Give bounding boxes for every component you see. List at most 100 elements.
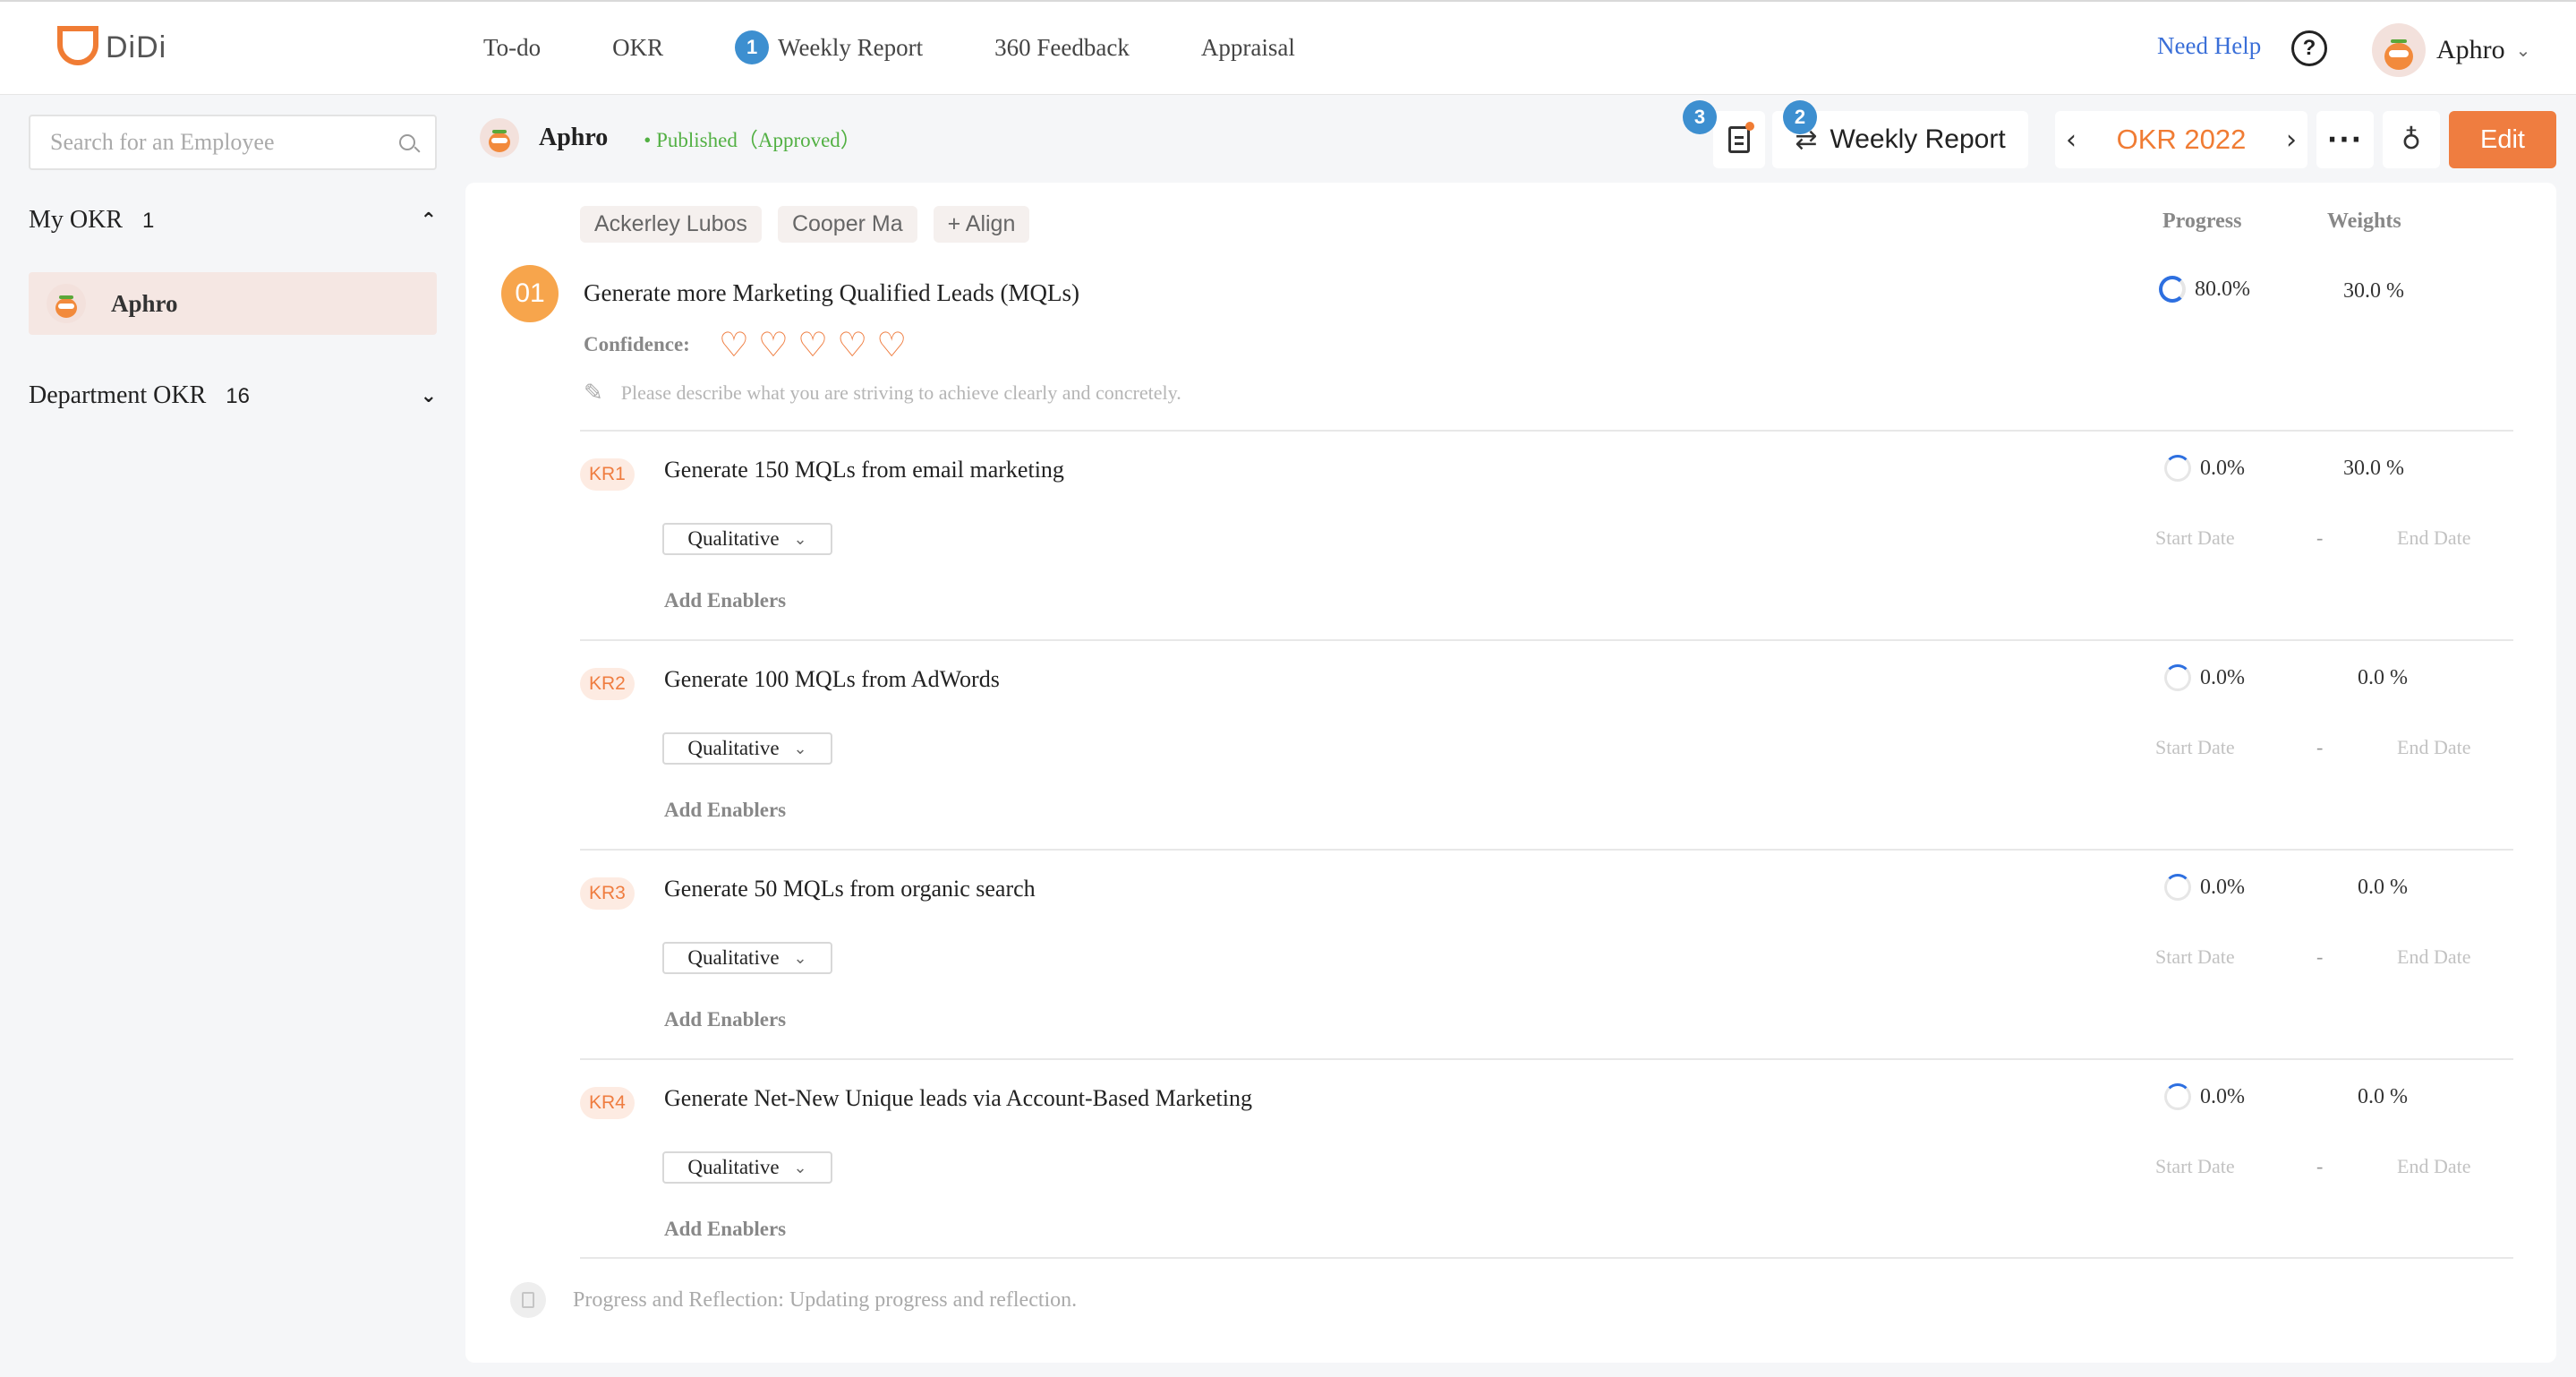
kr-type-select[interactable]: Qualitative ⌄ — [662, 942, 832, 974]
lightbulb-icon: ♁ — [2401, 124, 2421, 156]
progress-ring-icon — [2159, 276, 2186, 303]
search-input[interactable] — [50, 129, 372, 156]
add-enablers-button[interactable]: Add Enablers — [664, 1218, 786, 1241]
weights-column-header: Weights — [2327, 210, 2401, 233]
kr-weight: 0.0 % — [2358, 666, 2408, 689]
chevron-down-icon: ⌄ — [793, 948, 807, 968]
heart-icon[interactable]: ♡ — [719, 328, 749, 362]
kr-type-value: Qualitative — [687, 946, 780, 969]
okr-card: Ackerley Lubos Cooper Ma + Align Progres… — [465, 183, 2556, 1363]
kr-type-value: Qualitative — [687, 737, 780, 759]
nav-item-weekly-report[interactable]: 1 Weekly Report — [735, 30, 923, 64]
okr-period[interactable]: OKR 2022 — [2117, 124, 2247, 156]
kr-tag: KR2 — [580, 668, 635, 700]
kr-title[interactable]: Generate 100 MQLs from AdWords — [664, 666, 1000, 693]
department-okr-header[interactable]: Department OKR 16 ⌄ — [29, 381, 437, 410]
kr-weight: 0.0 % — [2358, 1085, 2408, 1108]
kr-type-select[interactable]: Qualitative ⌄ — [662, 1151, 832, 1184]
add-enablers-button[interactable]: Add Enablers — [664, 799, 786, 822]
heart-icon[interactable]: ♡ — [876, 328, 907, 362]
chevron-right-icon[interactable]: › — [2286, 124, 2297, 156]
department-okr-count: 16 — [226, 384, 250, 408]
more-button[interactable]: ··· — [2316, 111, 2374, 168]
heart-icon[interactable]: ♡ — [837, 328, 867, 362]
top-bar: DiDi To-do OKR 1 Weekly Report 360 Feedb… — [0, 0, 2576, 95]
need-help-link[interactable]: Need Help — [2157, 32, 2261, 60]
avatar — [47, 284, 86, 323]
confidence-row: Confidence: ♡ ♡ ♡ ♡ ♡ — [584, 328, 907, 362]
nav-label: Appraisal — [1200, 33, 1295, 61]
my-okr-header[interactable]: My OKR 1 ⌃ — [29, 206, 437, 235]
sidebar-item-aphro[interactable]: Aphro — [29, 272, 437, 335]
align-button[interactable]: + Align — [933, 206, 1030, 243]
chevron-down-icon: ⌄ — [2515, 39, 2531, 61]
didi-logo-icon — [57, 25, 98, 65]
nav-label: To-do — [483, 33, 542, 61]
progress-reflection[interactable]: Progress and Reflection: Updating progre… — [510, 1282, 1077, 1318]
kr-title[interactable]: Generate 50 MQLs from organic search — [664, 876, 1036, 902]
step-badge: 2 — [1783, 100, 1817, 134]
start-date-field[interactable]: Start Date — [2155, 945, 2316, 969]
objective-number: 01 — [501, 265, 559, 322]
progress-ring-icon — [2164, 664, 2191, 691]
kr-tag: KR1 — [580, 458, 635, 491]
kr-type-value: Qualitative — [687, 527, 780, 550]
start-date-field[interactable]: Start Date — [2155, 736, 2316, 759]
progress-ring-icon — [2164, 1083, 2191, 1110]
progress-ring-icon — [2164, 455, 2191, 482]
heart-icon[interactable]: ♡ — [798, 328, 828, 362]
avatar — [2372, 23, 2426, 77]
objective-description[interactable]: ✎ Please describe what you are striving … — [584, 380, 1181, 406]
aligned-person-chip[interactable]: Cooper Ma — [777, 206, 917, 243]
objective-progress: 80.0% — [2159, 276, 2250, 303]
help-icon[interactable]: ? — [2291, 30, 2327, 66]
app-name: DiDi — [106, 30, 167, 64]
kr-title[interactable]: Generate Net-New Unique leads via Accoun… — [664, 1085, 1252, 1112]
chevron-left-icon[interactable]: ‹ — [2066, 124, 2077, 156]
date-separator: - — [2316, 736, 2324, 758]
nav-item-360-feedback[interactable]: 360 Feedback — [994, 34, 1130, 62]
add-enablers-button[interactable]: Add Enablers — [664, 1008, 786, 1031]
objective-title[interactable]: Generate more Marketing Qualified Leads … — [584, 279, 1079, 307]
lightbulb-button[interactable]: ♁ — [2383, 111, 2440, 168]
step-badge: 3 — [1683, 100, 1717, 134]
nav-item-okr[interactable]: OKR — [612, 34, 663, 62]
nav-item-appraisal[interactable]: Appraisal — [1201, 34, 1295, 62]
start-date-field[interactable]: Start Date — [2155, 526, 2316, 550]
align-chips: Ackerley Lubos Cooper Ma + Align — [580, 206, 1030, 243]
chevron-down-icon: ⌄ — [793, 1158, 807, 1177]
nav-label: 360 Feedback — [994, 33, 1130, 61]
key-result: KR4 Generate Net-New Unique leads via Ac… — [580, 1060, 2531, 1270]
chevron-down-icon: ⌄ — [793, 529, 807, 549]
okr-owner: Aphro • Published（Approved） — [480, 118, 861, 158]
key-result: KR2 Generate 100 MQLs from AdWords 0.0% … — [580, 641, 2531, 851]
chevron-up-icon[interactable]: ⌃ — [421, 210, 437, 232]
document-icon — [1728, 122, 1754, 153]
progress-value: 0.0% — [2200, 665, 2245, 689]
search-icon[interactable] — [399, 134, 415, 150]
aligned-person-chip[interactable]: Ackerley Lubos — [580, 206, 762, 243]
kr-weight: 30.0 % — [2343, 457, 2404, 480]
kr-progress: 0.0% — [2164, 455, 2245, 482]
end-date-field[interactable]: End Date — [2397, 1155, 2470, 1178]
kr-title[interactable]: Generate 150 MQLs from email marketing — [664, 457, 1064, 483]
end-date-field[interactable]: End Date — [2397, 945, 2470, 969]
document-button[interactable] — [1713, 111, 1765, 168]
end-date-field[interactable]: End Date — [2397, 736, 2470, 759]
kr-date-range: Start Date - End Date — [2155, 945, 2470, 969]
progress-value: 0.0% — [2200, 456, 2245, 480]
edit-button[interactable]: Edit — [2449, 111, 2556, 168]
heart-icon[interactable]: ♡ — [758, 328, 789, 362]
end-date-field[interactable]: End Date — [2397, 526, 2470, 550]
chevron-down-icon[interactable]: ⌄ — [421, 385, 437, 407]
confidence-hearts: ♡ ♡ ♡ ♡ ♡ — [719, 328, 907, 362]
nav-item-todo[interactable]: To-do — [483, 34, 541, 62]
add-enablers-button[interactable]: Add Enablers — [664, 589, 786, 612]
start-date-field[interactable]: Start Date — [2155, 1155, 2316, 1178]
user-menu[interactable]: Aphro ⌄ — [2372, 23, 2530, 77]
kr-type-select[interactable]: Qualitative ⌄ — [662, 732, 832, 765]
app-logo[interactable]: DiDi — [57, 25, 167, 65]
user-name: Aphro — [2436, 35, 2505, 64]
kr-type-select[interactable]: Qualitative ⌄ — [662, 523, 832, 555]
main-nav: To-do OKR 1 Weekly Report 360 Feedback A… — [483, 30, 1367, 64]
